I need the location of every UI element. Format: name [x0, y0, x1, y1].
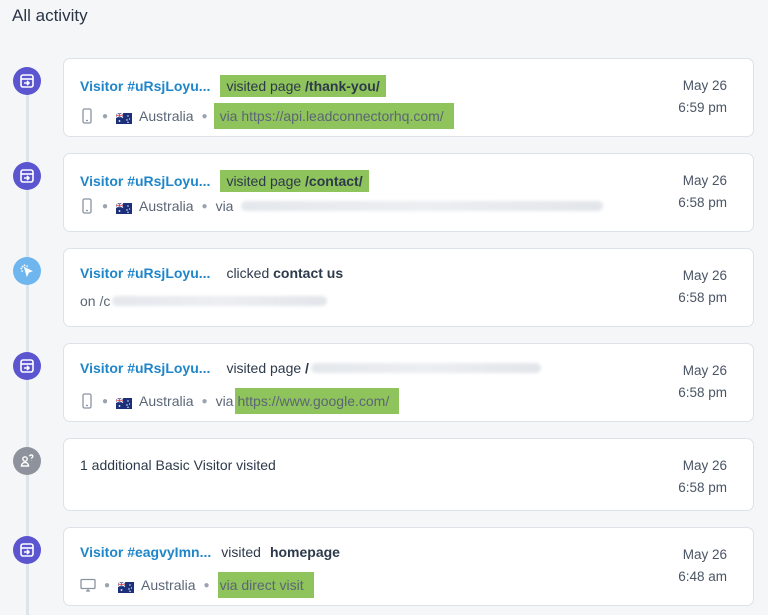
- activity-action: visited page: [226, 173, 302, 189]
- activity-card[interactable]: Visitor #uRsjLoyu... visited page /conta…: [63, 153, 754, 232]
- activity-date: May 26: [682, 458, 727, 473]
- referrer-prefix: via: [215, 393, 234, 409]
- activity-target: /: [305, 360, 309, 376]
- referrer-label: via direct visit: [217, 572, 314, 598]
- activity-card[interactable]: Visitor #eagvyImn... visited homepage ● …: [63, 527, 754, 606]
- phone-icon: [80, 198, 94, 214]
- country-label: Australia: [139, 198, 194, 214]
- country-label: Australia: [139, 393, 194, 409]
- visitor-link[interactable]: Visitor #uRsjLoyu...: [80, 173, 210, 189]
- country-label: Australia: [139, 108, 194, 124]
- activity-time: 6:58 pm: [678, 290, 727, 305]
- referrer-url[interactable]: https://www.google.com/: [235, 388, 400, 414]
- redacted-url: [241, 201, 604, 211]
- australia-flag-icon: [115, 201, 133, 214]
- visitor-link[interactable]: Visitor #uRsjLoyu...: [80, 78, 210, 94]
- redacted-url: [310, 363, 541, 373]
- anonymous-visitor-icon: [13, 447, 41, 475]
- visitor-link[interactable]: Visitor #uRsjLoyu...: [80, 360, 210, 376]
- activity-date: May 26: [682, 547, 727, 562]
- activity-card[interactable]: 1 additional Basic Visitor visited May 2…: [63, 438, 754, 511]
- basic-visitor-summary: 1 additional Basic Visitor visited: [80, 457, 276, 473]
- enter-page-icon: [13, 67, 41, 95]
- activity-target: /contact/: [305, 173, 363, 189]
- activity-time: 6:58 pm: [678, 195, 727, 210]
- enter-page-icon: [13, 536, 41, 564]
- activity-action: visited page: [226, 360, 302, 376]
- clicked-on-label: on /c: [80, 293, 111, 309]
- activity-time: 6:48 am: [678, 569, 727, 584]
- activity-target: contact us: [273, 265, 344, 281]
- referrer-label: via https://api.leadconnectorhq.com/: [213, 103, 454, 129]
- activity-action: visited page: [226, 78, 302, 94]
- country-label: Australia: [141, 577, 196, 593]
- activity-date: May 26: [682, 268, 727, 283]
- visitor-link[interactable]: Visitor #eagvyImn...: [80, 544, 211, 560]
- australia-flag-icon: [115, 111, 133, 124]
- activity-date: May 26: [682, 173, 727, 188]
- australia-flag-icon: [115, 396, 133, 409]
- phone-icon: [80, 393, 94, 409]
- activity-time: 6:59 pm: [678, 100, 727, 115]
- referrer-label: via: [215, 198, 234, 214]
- enter-page-icon: [13, 162, 41, 190]
- australia-flag-icon: [117, 580, 135, 593]
- activity-date: May 26: [682, 363, 727, 378]
- activity-target: homepage: [269, 544, 340, 560]
- activity-time: 6:58 pm: [678, 480, 727, 495]
- enter-page-icon: [13, 352, 41, 380]
- activity-card[interactable]: Visitor #uRsjLoyu... visited page / ● Au…: [63, 343, 754, 422]
- activity-card[interactable]: Visitor #uRsjLoyu... clicked contact us …: [63, 248, 754, 327]
- redacted-url: [112, 296, 328, 306]
- activity-date: May 26: [682, 78, 727, 93]
- page-title: All activity: [12, 6, 88, 25]
- activity-action: visited: [221, 544, 261, 560]
- activity-card[interactable]: Visitor #uRsjLoyu... visited page /thank…: [63, 58, 754, 137]
- phone-icon: [80, 108, 94, 124]
- click-cursor-icon: [13, 257, 41, 285]
- activity-time: 6:58 pm: [678, 385, 727, 400]
- activity-target: /thank-you/: [305, 78, 380, 94]
- visitor-link[interactable]: Visitor #uRsjLoyu...: [80, 265, 210, 281]
- activity-action: clicked: [226, 265, 270, 281]
- desktop-icon: [80, 577, 96, 593]
